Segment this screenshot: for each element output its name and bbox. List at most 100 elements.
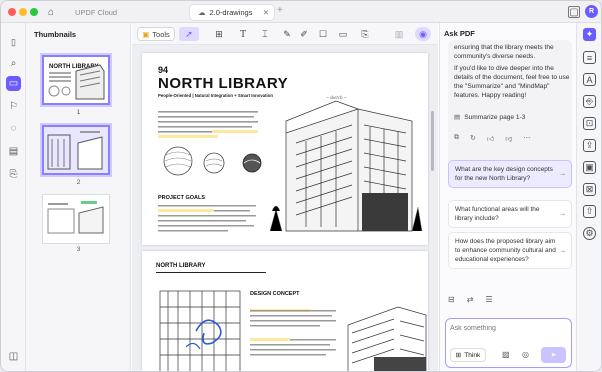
- screenshot-icon[interactable]: ◎: [522, 350, 529, 359]
- think-button[interactable]: ⊞ Think: [450, 348, 486, 362]
- pages-icon[interactable]: ▭: [6, 76, 21, 91]
- regenerate-icon[interactable]: ↻: [470, 134, 476, 143]
- comment-icon[interactable]: ◌: [6, 121, 21, 136]
- scrollbar[interactable]: [431, 111, 434, 171]
- minimize-window-button[interactable]: [19, 8, 27, 16]
- pdf-page-1: 94 NORTH LIBRARY People-Oriented | Natur…: [142, 53, 428, 245]
- left-rail: ▯ ⌕ ▭ ⚐ ◌ ▤ ⎘ ◫: [1, 23, 26, 371]
- response-text-body: If you'd like to dive deeper into the de…: [454, 65, 570, 99]
- thumbs-down-icon[interactable]: 👎︎: [505, 134, 512, 143]
- list-icon[interactable]: ☰: [485, 295, 492, 304]
- suggestion-text: What functional areas will the library i…: [455, 206, 540, 222]
- copy-icon[interactable]: ⧉: [454, 134, 459, 143]
- thumbnail-number: 3: [76, 246, 81, 253]
- strikethrough-tool-icon[interactable]: ▭: [336, 27, 350, 41]
- select-tool-icon[interactable]: ➚: [179, 27, 199, 41]
- thumbnails-title: Thumbnails: [34, 30, 77, 39]
- suggestion-2[interactable]: What functional areas will the library i…: [448, 200, 572, 228]
- summarize-label: Summarize page 1-3: [464, 113, 526, 121]
- new-tab-button[interactable]: +: [277, 5, 283, 16]
- ai-assistant-icon[interactable]: ◉: [415, 27, 431, 41]
- panel-title: Ask PDF: [444, 29, 475, 38]
- layers-icon[interactable]: ◫: [6, 349, 21, 364]
- ask-pdf-panel: Ask PDF ensuring that the library meets …: [439, 23, 576, 371]
- paperclip-icon[interactable]: ⎘: [6, 167, 21, 182]
- pen-tool-icon[interactable]: ✐: [297, 27, 311, 41]
- highlight-tool-icon[interactable]: ✎: [280, 27, 294, 41]
- close-tab-icon[interactable]: ✕: [263, 8, 269, 17]
- ask-input[interactable]: [450, 322, 565, 334]
- summarize-link[interactable]: ▤ Summarize page 1-3: [454, 113, 526, 122]
- compress-icon[interactable]: ▣: [583, 161, 596, 174]
- close-window-button[interactable]: [8, 8, 16, 16]
- right-rail: ✦ ≡ A ⎆ ⊡ ⇪ ▣ ⊠ ⇧ ⚙: [576, 23, 601, 371]
- response-text-top: ensuring that the library meets the comm…: [454, 44, 554, 60]
- translate-text-icon[interactable]: A: [583, 73, 596, 86]
- protect-icon[interactable]: ⊠: [583, 183, 596, 196]
- thumbnails-panel: Thumbnails NORTH LIBRARY 1 2 3: [26, 23, 131, 371]
- thumbnail-page-3[interactable]: [42, 194, 110, 244]
- share-icon[interactable]: ⇧: [583, 205, 596, 218]
- suggestion-text: How does the proposed library aim to enh…: [455, 238, 556, 263]
- suggestion-1[interactable]: What are the key design concepts for the…: [448, 160, 572, 188]
- ask-pdf-icon[interactable]: ✦: [583, 28, 596, 41]
- pdf-page-2: NORTH LIBRARY DESIGN CONCEPT: [142, 251, 428, 371]
- divider: [156, 272, 266, 273]
- attachment-list-icon[interactable]: ▤: [6, 144, 21, 159]
- bookmark-icon[interactable]: ⚐: [6, 99, 21, 114]
- image-upload-icon[interactable]: ▨: [502, 350, 510, 359]
- thumbs-up-icon[interactable]: 👍︎: [487, 134, 494, 143]
- title-bar: ⌂ UPDF Cloud ☁ 2.0-drawings ✕ + ▢ R: [1, 1, 601, 23]
- maximize-window-button[interactable]: [30, 8, 38, 16]
- floor-plan-sketch: [159, 290, 241, 371]
- organize-pages-icon[interactable]: ⊡: [583, 117, 596, 130]
- prompt-tools: ⊟ ⇄ ☰: [448, 295, 493, 304]
- stamp-tool-icon[interactable]: ▥: [392, 27, 406, 41]
- page-2-body: [250, 306, 427, 371]
- svg-text:~ sketch ~: ~ sketch ~: [326, 96, 347, 101]
- building-sketch: ~ sketch ~: [269, 96, 423, 232]
- more-icon[interactable]: ⋯: [523, 134, 530, 143]
- section-heading: DESIGN CONCEPT: [250, 291, 300, 297]
- page-1-body: [158, 111, 262, 232]
- thumbnail-preview: NORTH LIBRARY: [48, 64, 105, 100]
- attachment-tool-icon[interactable]: ⎘: [358, 27, 372, 41]
- thumbnail-page-2[interactable]: [40, 123, 112, 177]
- app-window: ⌂ UPDF Cloud ☁ 2.0-drawings ✕ + ▢ R ▯ ⌕ …: [0, 0, 602, 372]
- settings-icon[interactable]: ⚙: [583, 227, 596, 240]
- page-heading: NORTH LIBRARY: [156, 263, 206, 269]
- ocr-icon[interactable]: ⎆: [583, 95, 596, 108]
- shape-tool-icon[interactable]: ☐: [316, 27, 330, 41]
- suggestion-text: What are the key design concepts for the…: [455, 166, 553, 182]
- response-actions: ⧉ ↻ 👍︎ 👎︎ ⋯: [454, 134, 530, 143]
- page-number: 94: [158, 65, 169, 75]
- search-icon[interactable]: ⌕: [6, 56, 21, 71]
- translate-icon[interactable]: ⇄: [467, 295, 474, 304]
- arrow-right-icon: →: [559, 210, 566, 218]
- tab-updf-cloud[interactable]: UPDF Cloud: [67, 4, 181, 21]
- document-icon: ▤: [454, 114, 461, 121]
- think-icon: ⊞: [455, 352, 462, 359]
- thumbnails-panel-icon[interactable]: ▯: [6, 35, 21, 50]
- notification-icon[interactable]: ▢: [568, 6, 580, 18]
- text-field-tool-icon[interactable]: ⌶: [258, 27, 272, 41]
- ask-input-box[interactable]: ⊞ Think ▨ ◎ ➤: [445, 318, 572, 368]
- prompt-template-icon[interactable]: ⊟: [448, 295, 455, 304]
- tab-label: UPDF Cloud: [75, 8, 118, 17]
- text-box-tool-icon[interactable]: ⊞: [212, 27, 226, 41]
- tools-button[interactable]: ▣ Tools: [137, 27, 175, 41]
- cloud-icon: ☁: [198, 8, 206, 17]
- export-icon[interactable]: ⇪: [583, 139, 596, 152]
- suggestion-3[interactable]: How does the proposed library aim to enh…: [448, 232, 572, 269]
- tools-icon: ▣: [142, 29, 150, 39]
- thumbnail-page-1[interactable]: NORTH LIBRARY: [40, 53, 112, 107]
- summarize-icon[interactable]: ≡: [583, 51, 596, 64]
- avatar[interactable]: R: [585, 5, 598, 18]
- tab-2-0-drawings[interactable]: ☁ 2.0-drawings ✕: [189, 4, 275, 21]
- main-toolbar: ▣ Tools ➚ ⊞ T ⌶ ✎ ✐ ☐ ▭ ⎘ ▥ ◉: [132, 23, 438, 45]
- send-button[interactable]: ➤: [541, 347, 566, 363]
- tools-label: Tools: [152, 29, 170, 39]
- home-icon[interactable]: ⌂: [45, 6, 57, 18]
- arrow-right-icon: →: [559, 170, 566, 178]
- text-tool-icon[interactable]: T: [236, 27, 250, 41]
